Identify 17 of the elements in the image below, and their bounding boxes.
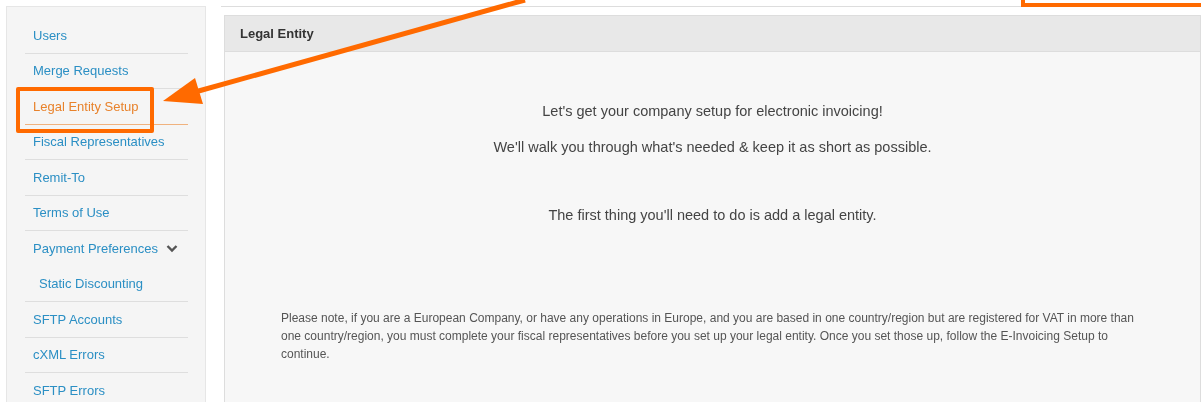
chevron-down-icon[interactable] [166,244,178,254]
sidebar-link[interactable]: Terms of Use [25,203,110,223]
panel-title: Legal Entity [240,24,314,43]
sidebar-link[interactable]: Legal Entity Setup [25,96,139,116]
sidebar-link[interactable]: Payment Preferences [25,239,158,259]
sidebar-link[interactable]: Users [25,25,67,45]
intro-text: Let's get your company setup for electronic invoicing! [541,102,884,121]
sidebar-link[interactable]: cXML Errors [25,345,105,365]
sidebar-link[interactable]: Merge Requests [25,61,129,81]
sidebar-link[interactable]: Static Discounting [25,274,144,294]
note-text: Please note, if you are a European Company, or have any operations in Europe, and you are based in one country/region but are registered for VAT in more than one country/region, you must complete your fiscal representatives before you set up your legal entity. Once you set those up, follow the E-Invoicing Setup to continue. [280,310,1135,364]
sidebar-link[interactable]: Remit-To [25,167,85,187]
sidebar-link[interactable]: SFTP Accounts [25,309,123,329]
sidebar-link[interactable]: Fiscal Representatives [25,132,165,152]
intro-text: We'll walk you through what's needed & keep it as short as possible. [492,137,933,157]
sidebar-link[interactable]: SFTP Errors [25,381,105,401]
instruction-text: The first thing you'll need to do is add a legal entity. [547,205,878,225]
